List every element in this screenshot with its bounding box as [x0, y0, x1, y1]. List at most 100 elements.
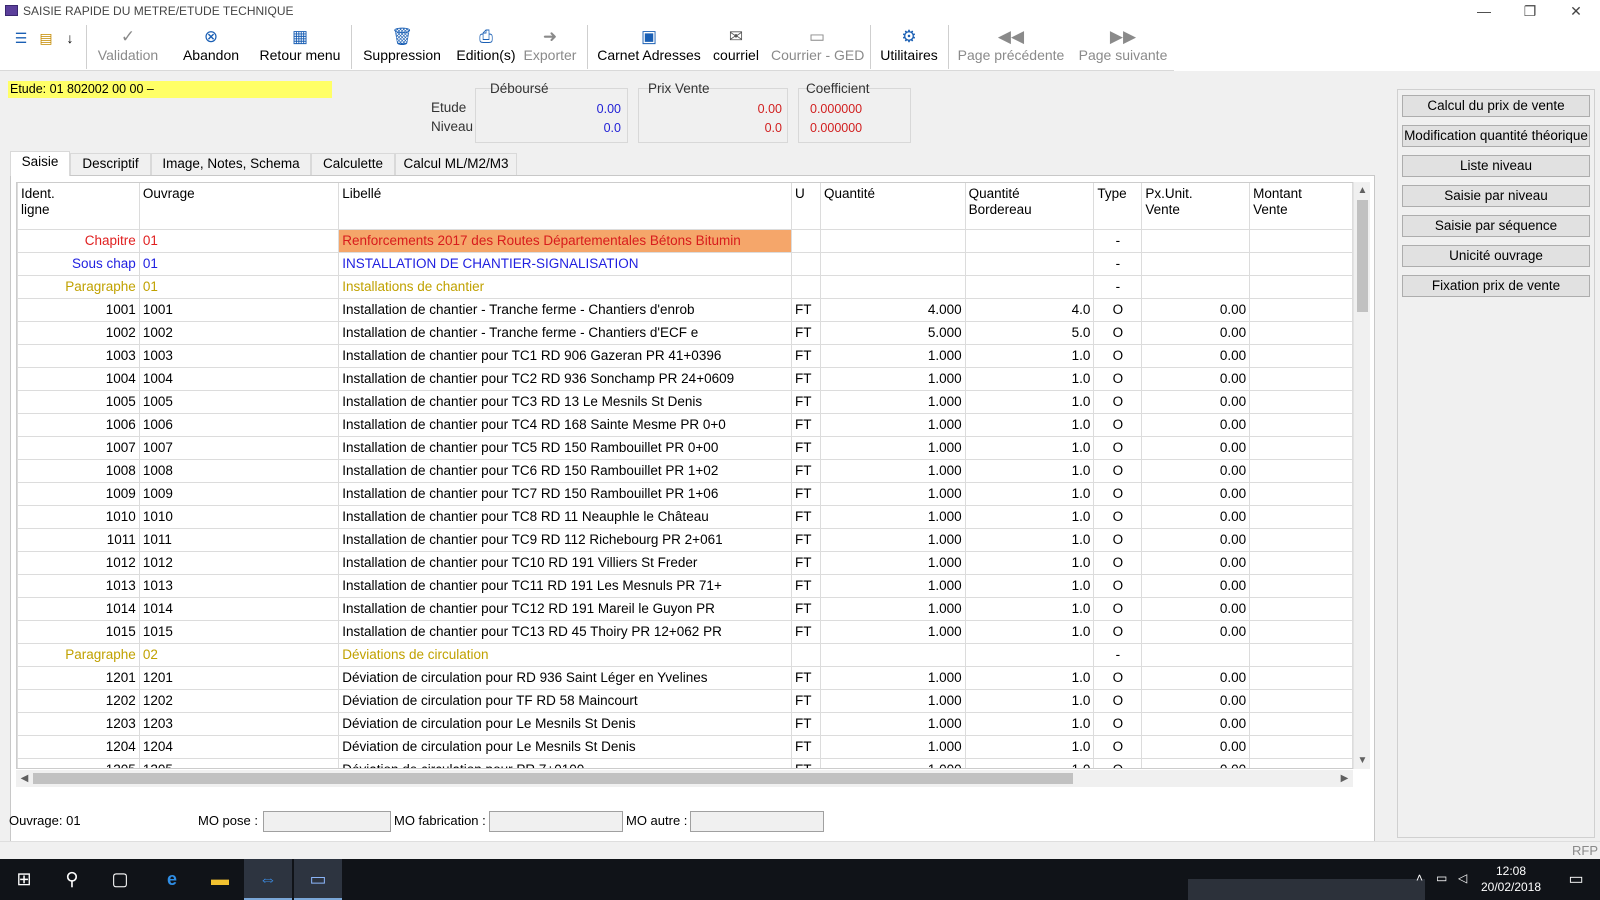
scroll-thumb[interactable]: [33, 773, 1073, 784]
column-header[interactable]: Quantité Bordereau: [964, 183, 1095, 230]
unit-cell[interactable]: FT: [791, 435, 821, 460]
montant-cell[interactable]: [1249, 550, 1353, 575]
libelle-cell[interactable]: Installation de chantier pour TC6 RD 150…: [338, 458, 793, 483]
libelle-cell[interactable]: Installation de chantier pour TC12 RD 19…: [338, 596, 793, 621]
calcul-prix-vente-button[interactable]: Calcul du prix de vente: [1402, 95, 1590, 117]
prix-unitaire-cell[interactable]: 0.00: [1141, 734, 1251, 759]
unit-cell[interactable]: FT: [791, 688, 821, 713]
unit-cell[interactable]: FT: [791, 481, 821, 506]
exporter-button[interactable]: ➜ Exporter: [522, 25, 578, 69]
quantite-cell[interactable]: 4.000: [820, 297, 966, 322]
table-row[interactable]: 12051205Déviation de circulation pour PR…: [17, 757, 1353, 768]
type-cell[interactable]: -: [1093, 251, 1143, 276]
libelle-cell[interactable]: Installations de chantier: [338, 274, 793, 299]
ident-cell[interactable]: 1008: [17, 458, 140, 483]
table-row[interactable]: 1204 1204 Déviation de circulation pour Le…: [17, 734, 1353, 759]
arrow-down-icon[interactable]: ↓: [61, 29, 79, 47]
ouvrage-cell[interactable]: 01: [138, 228, 340, 253]
ident-cell[interactable]: 1003: [17, 343, 140, 368]
liste-niveau-button[interactable]: Liste niveau: [1402, 155, 1590, 177]
prix-unitaire-cell[interactable]: 0.00: [1141, 297, 1251, 322]
prix-unitaire-cell[interactable]: 0.00: [1141, 458, 1251, 483]
ouvrage-cell[interactable]: 1008: [138, 458, 340, 483]
prix-unitaire-cell[interactable]: [1141, 251, 1251, 276]
quantite-bordereau-cell[interactable]: 1.0: [964, 435, 1095, 460]
unit-cell[interactable]: FT: [791, 573, 821, 598]
libelle-cell[interactable]: Déviation de circulation pour Le Mesnils…: [338, 711, 793, 736]
quantite-cell[interactable]: 5.000: [820, 320, 966, 345]
quantite-bordereau-cell[interactable]: 1.0: [964, 688, 1095, 713]
libelle-cell[interactable]: Installation de chantier pour TC9 RD 112…: [338, 527, 793, 552]
ouvrage-cell[interactable]: 02: [138, 642, 340, 667]
quantite-bordereau-cell[interactable]: 1.0: [964, 527, 1095, 552]
quantite-bordereau-cell[interactable]: 1.0: [964, 734, 1095, 759]
quantite-bordereau-cell[interactable]: 1.0: [964, 596, 1095, 621]
type-cell[interactable]: O: [1093, 757, 1143, 768]
montant-cell[interactable]: [1249, 458, 1353, 483]
mo-pose-field[interactable]: [263, 811, 391, 832]
unit-cell[interactable]: FT: [791, 320, 821, 345]
quantite-cell[interactable]: 1.000: [820, 527, 966, 552]
montant-cell[interactable]: [1249, 665, 1353, 690]
tab-calcul-ml-m2-m3[interactable]: Calcul ML/M2/M3: [395, 153, 517, 175]
suppression-button[interactable]: 🗑 Suppression: [360, 25, 444, 69]
table-row[interactable]: 1202 1202 Déviation de circulation pour TF…: [17, 688, 1353, 713]
table-row[interactable]: 1010 1010 Installation de chantier pour TC…: [17, 504, 1353, 529]
teamviewer-icon[interactable]: ⇔: [244, 859, 292, 900]
prix-unitaire-cell[interactable]: 0.00: [1141, 412, 1251, 437]
quantite-cell[interactable]: 1.000: [820, 504, 966, 529]
ident-cell[interactable]: 1006: [17, 412, 140, 437]
ouvrage-cell[interactable]: 1003: [138, 343, 340, 368]
type-cell[interactable]: O: [1093, 527, 1143, 552]
quantite-bordereau-cell[interactable]: [964, 251, 1095, 276]
tab-saisie[interactable]: Saisie: [10, 151, 70, 176]
quantite-bordereau-cell[interactable]: 1.0: [964, 619, 1095, 644]
quantite-cell[interactable]: 1.000: [820, 389, 966, 414]
quantite-cell[interactable]: 1.000: [820, 343, 966, 368]
app-window-icon[interactable]: ▭: [294, 859, 342, 900]
type-cell[interactable]: O: [1093, 619, 1143, 644]
ouvrage-cell[interactable]: 1005: [138, 389, 340, 414]
prix-unitaire-cell[interactable]: 0.00: [1141, 435, 1251, 460]
quantite-cell[interactable]: 1.000: [820, 435, 966, 460]
montant-cell[interactable]: [1249, 297, 1353, 322]
ouvrage-cell[interactable]: 1205: [138, 757, 340, 768]
unit-cell[interactable]: [791, 274, 821, 299]
type-cell[interactable]: O: [1093, 734, 1143, 759]
prix-unitaire-cell[interactable]: 0.00: [1141, 573, 1251, 598]
column-header[interactable]: Px.Unit. Vente: [1141, 183, 1251, 230]
quantite-bordereau-cell[interactable]: 4.0: [964, 297, 1095, 322]
unit-cell[interactable]: [791, 228, 821, 253]
fixation-prix-vente-button[interactable]: Fixation prix de vente: [1402, 275, 1590, 297]
table-row[interactable]: 1008 1008 Installation de chantier pour TC…: [17, 458, 1353, 483]
utilitaires-button[interactable]: ⚙ Utilitaires: [876, 25, 942, 69]
close-button[interactable]: ✕: [1553, 0, 1599, 23]
libelle-cell[interactable]: Déviations de circulation: [338, 642, 793, 667]
editions-button[interactable]: ⎙ Edition(s): [451, 25, 521, 69]
prix-unitaire-cell[interactable]: 0.00: [1141, 619, 1251, 644]
system-clock[interactable]: 12:08 20/02/2018: [1476, 863, 1546, 895]
vertical-scrollbar[interactable]: ▲ ▼: [1353, 182, 1370, 769]
ouvrage-cell[interactable]: 1015: [138, 619, 340, 644]
quantite-cell[interactable]: 1.000: [820, 550, 966, 575]
montant-cell[interactable]: [1249, 481, 1353, 506]
libelle-cell[interactable]: Installation de chantier pour TC4 RD 168…: [338, 412, 793, 437]
ouvrage-cell[interactable]: 1012: [138, 550, 340, 575]
table-row[interactable]: 1006 1006 Installation de chantier pour TC…: [17, 412, 1353, 437]
type-cell[interactable]: O: [1093, 665, 1143, 690]
mo-fabrication-field[interactable]: [489, 811, 623, 832]
edge-browser-icon[interactable]: e: [148, 859, 196, 900]
quantite-cell[interactable]: 1.000: [820, 481, 966, 506]
tray-chevron-icon[interactable]: ˄: [1416, 871, 1423, 885]
modification-quantite-button[interactable]: Modification quantité théorique: [1402, 125, 1590, 147]
ouvrage-cell[interactable]: 1001: [138, 297, 340, 322]
quantite-bordereau-cell[interactable]: 1.0: [964, 458, 1095, 483]
volume-icon[interactable]: ◁: [1458, 871, 1467, 885]
table-row[interactable]: 1011 1011 Installation de chantier pour TC…: [17, 527, 1353, 552]
libelle-cell[interactable]: Installation de chantier pour TC7 RD 150…: [338, 481, 793, 506]
ouvrage-cell[interactable]: 1202: [138, 688, 340, 713]
unit-cell[interactable]: FT: [791, 458, 821, 483]
libelle-cell[interactable]: Renforcements 2017 des Routes Départemen…: [338, 228, 793, 253]
ouvrage-cell[interactable]: 1011: [138, 527, 340, 552]
prix-unitaire-cell[interactable]: [1141, 274, 1251, 299]
